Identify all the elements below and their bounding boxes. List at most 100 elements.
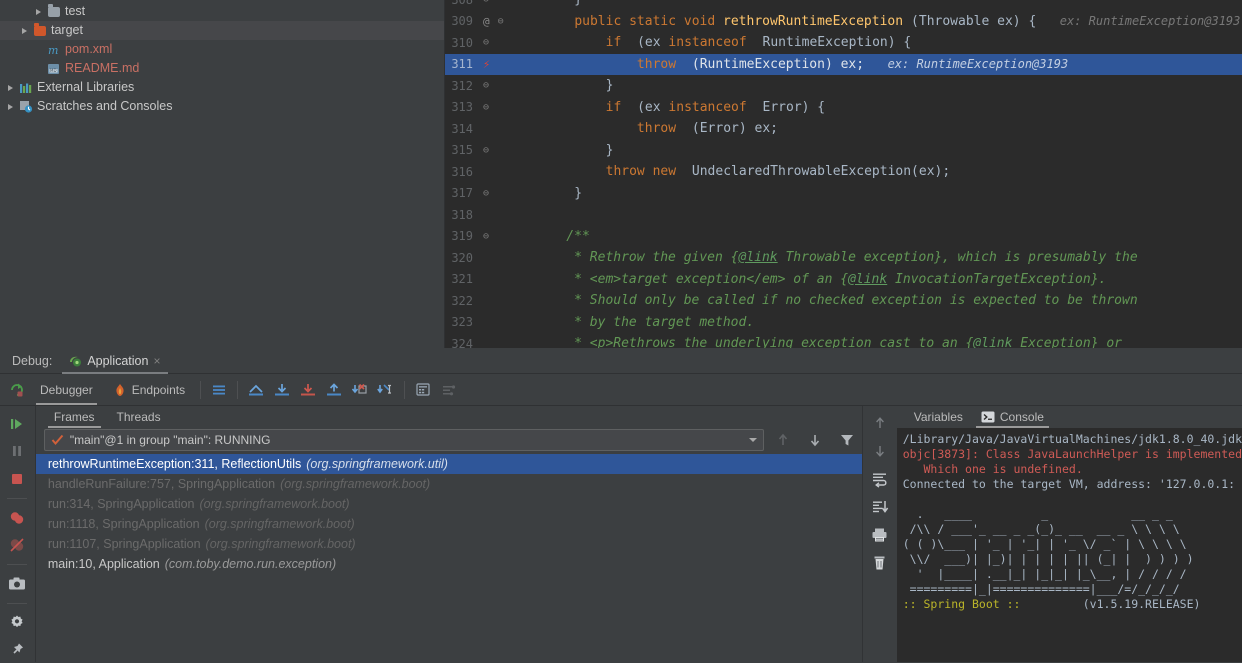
view-breakpoints-icon[interactable] bbox=[4, 506, 30, 530]
stack-frame-row[interactable]: rethrowRuntimeException:311, ReflectionU… bbox=[35, 454, 862, 474]
console-line: objc[3873]: Class JavaLaunchHelper is im… bbox=[902, 447, 1242, 461]
tab-threads[interactable]: Threads bbox=[107, 407, 171, 428]
tab-variables[interactable]: Variables bbox=[905, 407, 972, 428]
tree-item-pom-xml[interactable]: m pom.xml bbox=[0, 40, 444, 59]
code-line-324[interactable]: 324 * <p>Rethrows the underlying excepti… bbox=[445, 333, 1242, 348]
console-tab-bar: Variables Console bbox=[896, 406, 1242, 428]
pin-icon[interactable] bbox=[4, 638, 30, 662]
override-method-icon[interactable]: @ bbox=[483, 15, 490, 28]
exception-breakpoint-icon[interactable]: ⚡ bbox=[483, 57, 490, 71]
stack-frame-row[interactable]: run:1107, SpringApplication (org.springf… bbox=[36, 534, 862, 554]
settings-icon[interactable] bbox=[4, 611, 30, 635]
stack-frame-row[interactable]: handleRunFailure:757, SpringApplication … bbox=[36, 474, 862, 494]
mute-breakpoints-rail-icon[interactable] bbox=[4, 534, 30, 558]
frame-method: run:314, SpringApplication bbox=[47, 497, 195, 511]
tab-debugger-label: Debugger bbox=[40, 382, 93, 397]
tab-threads-label: Threads bbox=[116, 410, 161, 424]
print-icon[interactable] bbox=[867, 522, 893, 548]
code-line-316[interactable]: 316 throw new UndeclaredThrowableExcepti… bbox=[445, 161, 1242, 183]
code-fold-icon[interactable]: ⊖ bbox=[483, 80, 489, 91]
step-out-icon[interactable] bbox=[321, 378, 347, 402]
call-stack-list[interactable]: rethrowRuntimeException:311, ReflectionU… bbox=[35, 452, 862, 662]
code-line-311[interactable]: 311 ⚡ throw (RuntimeException) ex; ex: R… bbox=[445, 53, 1242, 75]
code-line-315[interactable]: 315 ⊖ } bbox=[445, 140, 1242, 162]
tab-debugger[interactable]: Debugger bbox=[30, 374, 103, 405]
code-line-313[interactable]: 313 ⊖ if (ex instanceof Error) { bbox=[445, 97, 1242, 119]
code-fold-icon[interactable]: ⊖ bbox=[483, 102, 489, 113]
filter-icon[interactable] bbox=[834, 428, 860, 452]
scroll-up-icon[interactable] bbox=[867, 410, 893, 436]
stack-frame-row[interactable]: main:10, Application (com.toby.demo.run.… bbox=[36, 554, 862, 574]
code-line-321[interactable]: 321 * <em>target exception</em> of an {@… bbox=[445, 269, 1242, 291]
gutter-markers: ⊖ bbox=[479, 188, 527, 199]
step-into-icon[interactable] bbox=[295, 378, 321, 402]
scroll-down-icon[interactable] bbox=[867, 438, 893, 464]
code-fold-icon[interactable]: ⊖ bbox=[483, 145, 489, 156]
rerun-icon[interactable] bbox=[4, 378, 30, 402]
stack-frame-row[interactable]: run:1118, SpringApplication (org.springf… bbox=[36, 514, 862, 534]
stop-icon[interactable] bbox=[4, 467, 30, 491]
evaluate-expression-icon[interactable] bbox=[410, 378, 436, 402]
rail-separator-1 bbox=[7, 497, 28, 499]
camera-icon[interactable] bbox=[4, 572, 30, 596]
close-icon[interactable]: × bbox=[153, 354, 160, 368]
code-line-323[interactable]: 323 * by the target method. bbox=[445, 312, 1242, 334]
code-editor[interactable]: 308 ⊖ } 309 @⊖ public static void rethro… bbox=[445, 0, 1242, 348]
line-number: 317 bbox=[451, 186, 473, 201]
code-text: throw (RuntimeException) ex; ex: Runtime… bbox=[636, 56, 1069, 72]
code-line-309[interactable]: 309 @ ⊖ public static void rethrowRuntime… bbox=[445, 11, 1242, 33]
debug-label: Debug: bbox=[12, 353, 53, 368]
code-line-310[interactable]: 310 ⊖ if (ex instanceof RuntimeException… bbox=[445, 32, 1242, 54]
tree-item-test[interactable]: test bbox=[0, 2, 444, 21]
code-line-314[interactable]: 314 throw (Error) ex; bbox=[445, 118, 1242, 140]
svg-text:MD: MD bbox=[50, 68, 57, 73]
tab-frames[interactable]: Frames bbox=[44, 407, 105, 428]
force-step-into-icon[interactable] bbox=[347, 378, 373, 402]
code-text: * <em>target exception</em> of an {@link… bbox=[535, 271, 1107, 287]
tab-endpoints[interactable]: Endpoints bbox=[103, 374, 195, 405]
tree-item-external-libraries[interactable]: External Libraries bbox=[0, 78, 444, 97]
gutter-markers: ⊖ bbox=[479, 37, 527, 48]
move-up-icon[interactable] bbox=[770, 428, 796, 452]
code-fold-icon[interactable]: ⊖ bbox=[483, 0, 489, 5]
code-line-319[interactable]: 319 ⊖ /** bbox=[445, 226, 1242, 248]
run-to-cursor-icon[interactable] bbox=[373, 378, 399, 402]
debug-side-rail bbox=[0, 406, 36, 662]
tab-console[interactable]: Console bbox=[972, 407, 1053, 428]
stack-frame-row[interactable]: run:314, SpringApplication (org.springfr… bbox=[36, 494, 862, 514]
expand-arrow-icon[interactable] bbox=[4, 103, 17, 110]
trash-icon[interactable] bbox=[867, 550, 893, 576]
run-configuration-tab[interactable]: Application × bbox=[62, 348, 169, 374]
soft-wrap-icon[interactable] bbox=[867, 466, 893, 492]
code-fold-icon[interactable]: ⊖ bbox=[483, 37, 489, 48]
debug-window-header: Debug: Application × bbox=[0, 348, 1242, 374]
expand-arrow-icon[interactable] bbox=[4, 84, 17, 91]
console-icon bbox=[981, 411, 995, 423]
code-line-318[interactable]: 318 bbox=[445, 204, 1242, 226]
tree-item-scratches-and-consoles[interactable]: Scratches and Consoles bbox=[0, 97, 444, 116]
code-line-312[interactable]: 312 ⊖ } bbox=[445, 75, 1242, 97]
layout-settings-icon[interactable] bbox=[206, 378, 232, 402]
code-line-317[interactable]: 317 ⊖ } bbox=[445, 183, 1242, 205]
code-fold-icon[interactable]: ⊖ bbox=[483, 188, 489, 199]
thread-dropdown[interactable]: "main"@1 in group "main": RUNNING bbox=[43, 429, 764, 451]
expand-arrow-icon[interactable] bbox=[32, 8, 45, 15]
code-fold-icon[interactable]: ⊖ bbox=[498, 16, 504, 27]
tree-item-target[interactable]: target bbox=[0, 21, 444, 40]
move-down-icon[interactable] bbox=[802, 428, 828, 452]
code-line-322[interactable]: 322 * Should only be called if no checke… bbox=[445, 290, 1242, 312]
resume-program-icon[interactable] bbox=[4, 412, 30, 436]
console-output[interactable]: /Library/Java/JavaVirtualMachines/jdk1.8… bbox=[897, 428, 1242, 662]
mute-breakpoints-icon[interactable] bbox=[436, 378, 462, 402]
project-tool-window[interactable]: test target m pom.xml MD README.md Exter… bbox=[0, 0, 445, 348]
expand-arrow-icon[interactable] bbox=[18, 27, 31, 34]
step-over-icon[interactable] bbox=[269, 378, 295, 402]
chevron-down-icon[interactable] bbox=[748, 438, 757, 442]
scroll-to-end-icon[interactable] bbox=[867, 494, 893, 520]
code-line-308[interactable]: 308 ⊖ } bbox=[445, 0, 1242, 11]
pause-program-icon[interactable] bbox=[4, 440, 30, 464]
show-execution-point-icon[interactable] bbox=[243, 378, 269, 402]
code-fold-icon[interactable]: ⊖ bbox=[483, 231, 489, 242]
tree-item-readme-md[interactable]: MD README.md bbox=[0, 59, 444, 78]
code-line-320[interactable]: 320 * Rethrow the given {@link Throwable… bbox=[445, 247, 1242, 269]
